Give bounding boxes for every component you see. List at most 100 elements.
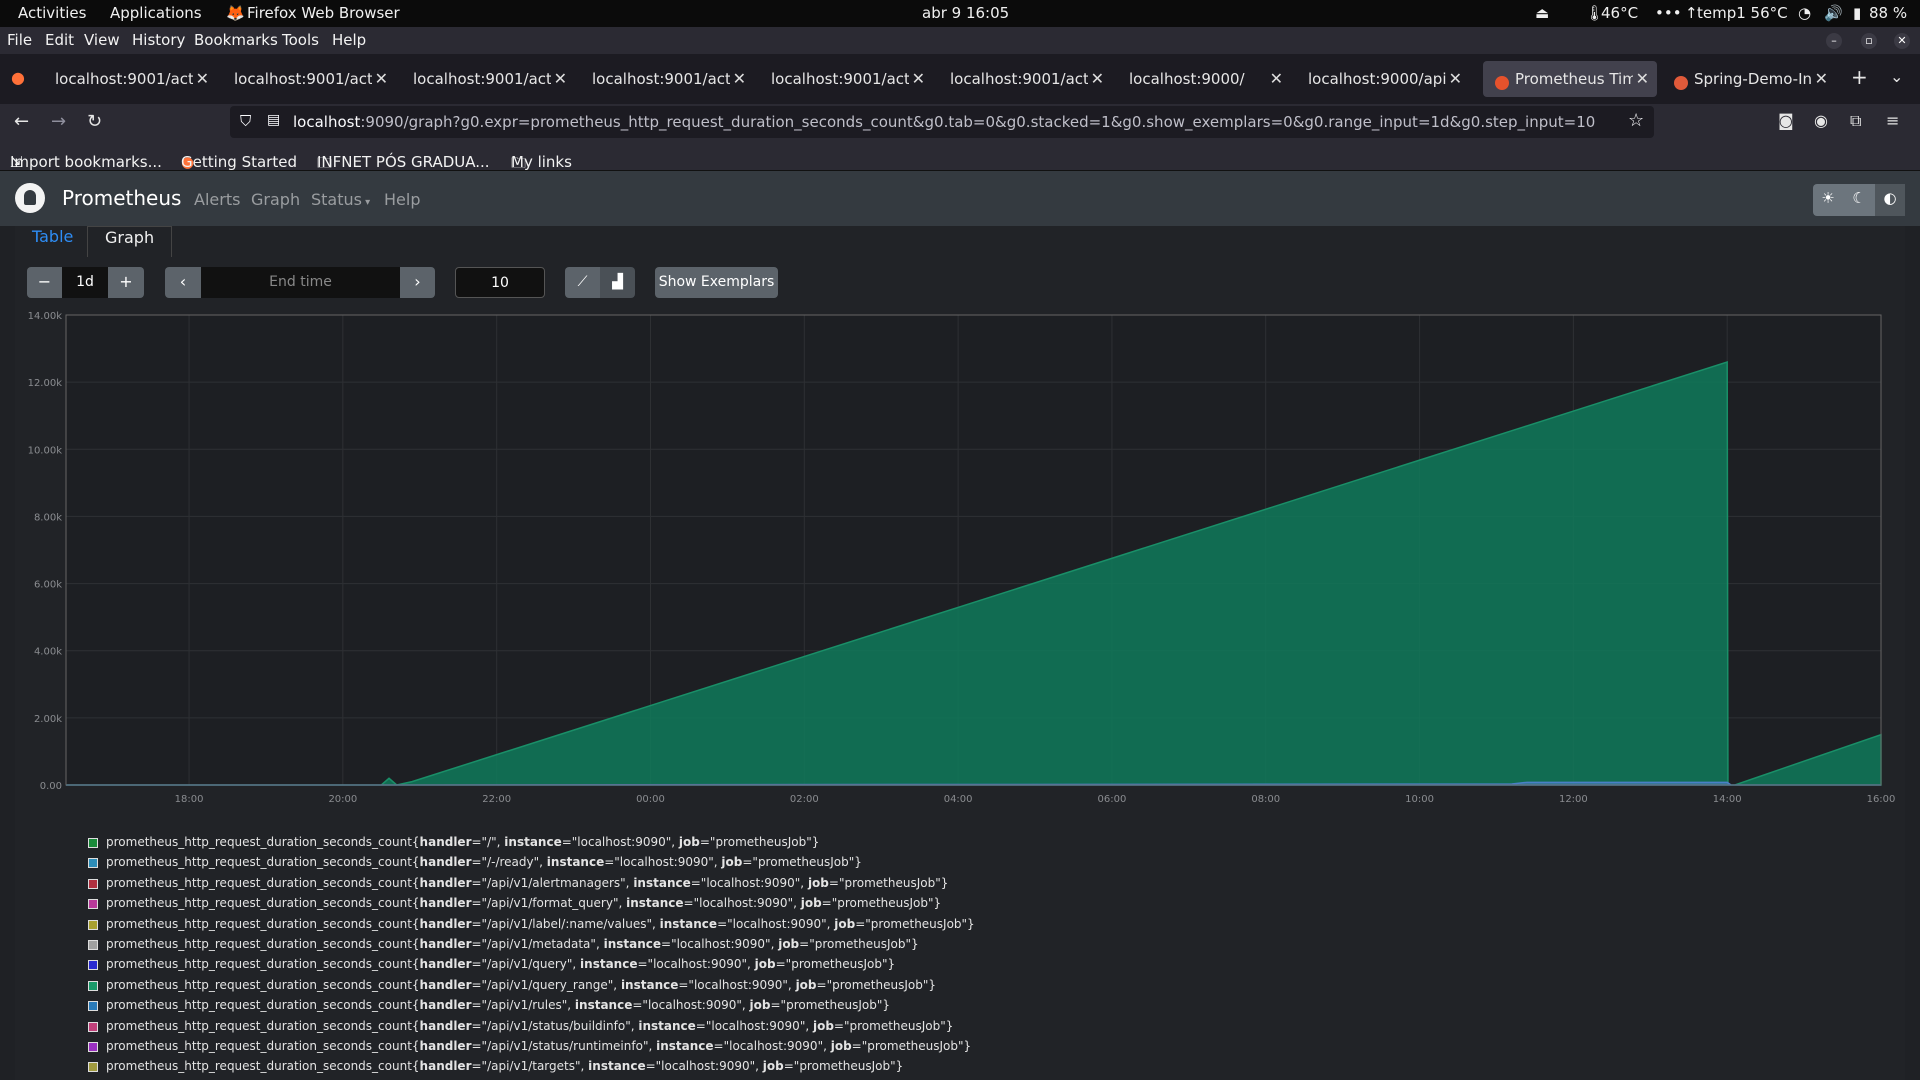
time-series-chart[interactable]: 0.00 2.00k 4.00k 6.00k 8.00k 10.00k 12.00k 14.0… <box>15 305 1905 815</box>
more-icon[interactable]: ••• <box>1655 4 1682 22</box>
area-chart-icon: ▟ <box>612 274 623 290</box>
active-app-name[interactable]: Firefox Web Browser <box>247 4 400 22</box>
clock[interactable]: abr 9 16:05 <box>922 4 1009 22</box>
menu-history[interactable]: History <box>132 31 185 49</box>
grafana-favicon-icon <box>1674 76 1688 90</box>
list-all-tabs-icon[interactable]: ⌄ <box>1890 67 1903 86</box>
later-time-button[interactable]: › <box>400 267 435 298</box>
line-chart-icon: ⟋ <box>577 274 588 290</box>
prometheus-brand[interactable]: Prometheus <box>62 186 181 210</box>
tab-graph[interactable]: Graph <box>87 226 173 257</box>
x-tick-label: 06:00 <box>1098 794 1127 805</box>
minimize-icon[interactable]: – <box>1826 33 1842 49</box>
nav-status[interactable]: Status ▾ <box>311 190 370 209</box>
legend-label: prometheus_http_request_duration_seconds… <box>106 835 820 849</box>
maximize-icon[interactable]: ▫ <box>1861 33 1877 49</box>
legend-swatch <box>88 1001 98 1012</box>
browser-tab-active[interactable]: Prometheus Time ✕ <box>1483 61 1657 97</box>
earlier-time-button[interactable]: ‹ <box>165 267 201 298</box>
tab-close-icon[interactable]: ✕ <box>1815 69 1828 88</box>
browser-tab[interactable]: localhost:9000/✕ <box>1117 61 1291 97</box>
new-tab-icon[interactable]: + <box>1851 65 1868 89</box>
browser-tab[interactable]: localhost:9001/actuat✕ <box>222 61 396 97</box>
temp1-reading[interactable]: temp1 56°C <box>1697 4 1788 22</box>
back-icon[interactable]: ← <box>14 111 29 132</box>
y-tick-label: 6.00k <box>34 580 62 591</box>
hamburger-menu-icon[interactable]: ≡ <box>1886 111 1899 130</box>
tab-close-icon[interactable]: ✕ <box>196 69 209 88</box>
legend-swatch <box>88 899 98 910</box>
browser-tab[interactable]: localhost:9001/actuat✕ <box>43 61 217 97</box>
reload-icon[interactable]: ↻ <box>87 111 102 132</box>
tab-close-icon[interactable]: ✕ <box>1270 69 1283 88</box>
firefox-icon: 🦊 <box>226 4 245 22</box>
applications-menu[interactable]: Applications <box>110 4 202 22</box>
tab-close-icon[interactable]: ✕ <box>375 69 388 88</box>
browser-tab[interactable]: localhost:9000/api/nc✕ <box>1296 61 1470 97</box>
tab-close-icon[interactable]: ✕ <box>912 69 925 88</box>
browser-tab[interactable]: localhost:9001/actuat✕ <box>938 61 1112 97</box>
close-window-icon[interactable]: ✕ <box>1894 33 1910 49</box>
url-bar[interactable]: ⛉ ▤ localhost:9090/graph?g0.expr=prometh… <box>230 106 1654 138</box>
nav-alerts[interactable]: Alerts <box>194 190 240 209</box>
tab-table[interactable]: Table <box>15 226 90 257</box>
activities-button[interactable]: Activities <box>18 4 86 22</box>
prometheus-logo-icon[interactable] <box>15 183 45 213</box>
range-input[interactable]: 1d <box>62 267 108 298</box>
dark-theme-icon[interactable]: ☾ <box>1844 189 1874 207</box>
legend-label: prometheus_http_request_duration_seconds… <box>106 1038 972 1053</box>
shield-icon[interactable]: ⛉ <box>240 112 251 130</box>
show-exemplars-button[interactable]: Show Exemplars <box>655 267 778 298</box>
stacked-chart-button[interactable]: ▟ <box>600 267 635 298</box>
extensions-icon[interactable]: ⧉ <box>1850 111 1861 131</box>
tab-close-icon[interactable]: ✕ <box>1091 69 1104 88</box>
increase-range-button[interactable]: + <box>108 267 144 298</box>
eject-icon[interactable]: ⏏ <box>1535 4 1549 22</box>
resolution-input[interactable]: 10 <box>455 267 545 298</box>
menu-file[interactable]: File <box>7 31 32 49</box>
legend-swatch <box>88 1041 98 1052</box>
tab-close-icon[interactable]: ✕ <box>1449 69 1462 88</box>
decrease-range-button[interactable]: − <box>27 267 62 298</box>
prometheus-favicon-icon <box>1495 76 1509 90</box>
forward-icon[interactable]: → <box>51 111 66 132</box>
star-bookmark-icon[interactable]: ☆ <box>1628 110 1645 131</box>
page-info-icon[interactable]: ▤ <box>267 112 280 128</box>
temp-reading[interactable]: 46°C <box>1601 4 1638 22</box>
menu-view[interactable]: View <box>84 31 120 49</box>
legend-swatch <box>88 960 98 971</box>
legend-label: prometheus_http_request_duration_seconds… <box>106 896 942 911</box>
wifi-icon[interactable]: ◔ <box>1798 4 1811 22</box>
extension-fox-icon[interactable]: ◉ <box>1814 111 1828 130</box>
browser-tab[interactable]: Spring-Demo-Infra✕ <box>1662 61 1836 97</box>
browser-tab[interactable]: localhost:9001/actuat✕ <box>401 61 575 97</box>
nav-help[interactable]: Help <box>384 190 420 209</box>
battery-level[interactable]: 88 % <box>1869 4 1907 22</box>
unstacked-chart-button[interactable]: ⟋ <box>565 267 600 298</box>
browser-tab[interactable]: localhost:9001/actuat✕ <box>580 61 754 97</box>
tab-close-icon[interactable]: ✕ <box>554 69 567 88</box>
auto-theme-icon[interactable]: ◐ <box>1875 184 1905 216</box>
y-tick-label: 4.00k <box>34 647 62 658</box>
plus-icon: + <box>119 272 133 291</box>
end-time-input[interactable]: End time <box>201 267 400 298</box>
nav-graph[interactable]: Graph <box>251 190 300 209</box>
pocket-icon[interactable]: ◙ <box>1778 111 1794 130</box>
tab-close-icon[interactable]: ✕ <box>1636 69 1649 88</box>
firefox-view-icon[interactable]: ● <box>11 68 25 87</box>
minus-icon: − <box>37 272 52 291</box>
tab-close-icon[interactable]: ✕ <box>733 69 746 88</box>
x-tick-label: 22:00 <box>482 794 511 805</box>
volume-icon[interactable]: 🔊 <box>1824 4 1843 22</box>
light-theme-icon[interactable]: ☀ <box>1813 189 1843 207</box>
legend-swatch <box>88 858 98 869</box>
x-tick-label: 00:00 <box>636 794 665 805</box>
menu-bookmarks[interactable]: Bookmarks <box>194 31 278 49</box>
battery-icon[interactable]: ▮ <box>1853 4 1861 22</box>
menu-help[interactable]: Help <box>332 31 366 49</box>
menu-edit[interactable]: Edit <box>45 31 74 49</box>
prometheus-navbar: Prometheus Alerts Graph Status ▾ Help ☀ … <box>0 171 1920 226</box>
browser-tab[interactable]: localhost:9001/actuat✕ <box>759 61 933 97</box>
x-tick-label: 20:00 <box>328 794 357 805</box>
menu-tools[interactable]: Tools <box>282 31 319 49</box>
